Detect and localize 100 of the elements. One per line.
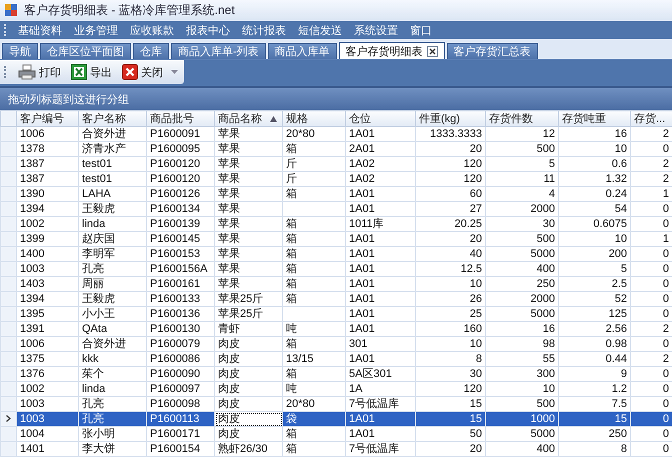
table-cell: 1006 bbox=[16, 336, 78, 352]
table-cell: 苹果 bbox=[214, 142, 282, 156]
group-hint: 拖动列标题到这进行分组 bbox=[8, 92, 129, 106]
table-cell: 青虾 bbox=[214, 322, 282, 336]
table-cell: 1A02 bbox=[346, 172, 416, 186]
toolbar-button[interactable]: 关闭 bbox=[118, 62, 167, 82]
number-cell: 15 bbox=[416, 412, 486, 426]
tab[interactable]: 仓库区位平面图 bbox=[40, 43, 131, 59]
column-header[interactable]: 件重(kg) bbox=[416, 110, 486, 126]
number-cell: 5000 bbox=[486, 246, 558, 262]
table-cell: 1390 bbox=[16, 186, 78, 202]
number-cell: 0 bbox=[630, 442, 672, 456]
table-cell: P1600130 bbox=[146, 322, 214, 336]
table-cell: P1600095 bbox=[146, 142, 214, 156]
number-cell: 12 bbox=[486, 126, 558, 142]
table-cell: 1387 bbox=[16, 156, 78, 172]
toolbar-button[interactable]: 导出 bbox=[67, 62, 116, 82]
table-cell: 苹果 bbox=[214, 172, 282, 186]
number-cell: 0 bbox=[630, 336, 672, 352]
menu-item[interactable]: 窗口 bbox=[404, 22, 438, 38]
number-cell: 15 bbox=[558, 412, 630, 426]
menu-item[interactable]: 系统设置 bbox=[348, 22, 404, 38]
table-cell: 箱 bbox=[282, 142, 346, 156]
number-cell: 2000 bbox=[486, 292, 558, 306]
number-cell: 0.98 bbox=[558, 336, 630, 352]
table-cell: 1A02 bbox=[346, 156, 416, 172]
number-cell: 10 bbox=[486, 382, 558, 396]
table-cell: 1003 bbox=[16, 262, 78, 276]
close-icon[interactable] bbox=[426, 46, 438, 56]
table-cell: 1002 bbox=[16, 382, 78, 396]
column-header[interactable]: 客户编号 bbox=[16, 110, 78, 126]
table-cell: P1600145 bbox=[146, 232, 214, 246]
number-cell: 9 bbox=[558, 366, 630, 382]
column-header[interactable]: 存货件数 bbox=[486, 110, 558, 126]
table-cell: 箱 bbox=[282, 366, 346, 382]
table-cell: 1A01 bbox=[346, 126, 416, 142]
column-header[interactable]: 客户名称 bbox=[78, 110, 146, 126]
caret-icon[interactable] bbox=[171, 70, 178, 74]
menu-item[interactable]: 短信发送 bbox=[292, 22, 348, 38]
table-cell: 7号低温库 bbox=[346, 442, 416, 456]
number-cell: 10 bbox=[558, 232, 630, 246]
number-cell: 55 bbox=[486, 352, 558, 366]
menu-item[interactable]: 统计报表 bbox=[236, 22, 292, 38]
table-cell: 1376 bbox=[16, 366, 78, 382]
tab[interactable]: 客户存货明细表 bbox=[338, 42, 445, 59]
table-cell: 苹果25斤 bbox=[214, 306, 282, 322]
number-cell: 5000 bbox=[486, 306, 558, 322]
table-cell: 苹果 bbox=[214, 186, 282, 202]
table-cell: QAta bbox=[78, 322, 146, 336]
number-cell: 0 bbox=[630, 366, 672, 382]
column-header[interactable]: 商品批号 bbox=[146, 110, 214, 126]
number-cell: 1333.3333 bbox=[416, 126, 486, 142]
toolbar-button[interactable]: 打印 bbox=[14, 62, 65, 82]
column-header[interactable]: 存货吨重 bbox=[558, 110, 630, 126]
menu-item[interactable]: 报表中心 bbox=[180, 22, 236, 38]
number-cell: 10 bbox=[416, 336, 486, 352]
tab[interactable]: 导航 bbox=[2, 43, 38, 59]
tab[interactable]: 商品入库单-列表 bbox=[171, 43, 266, 59]
table-cell: 斤 bbox=[282, 172, 346, 186]
table-cell: 苹果 bbox=[214, 232, 282, 246]
number-cell: 2 bbox=[630, 322, 672, 336]
table-cell: 1394 bbox=[16, 202, 78, 216]
table-cell: 苹果 bbox=[214, 126, 282, 142]
table-cell: 1401 bbox=[16, 442, 78, 456]
table-cell: 1A01 bbox=[346, 186, 416, 202]
tab[interactable]: 仓库 bbox=[133, 43, 169, 59]
table-cell: 1395 bbox=[16, 306, 78, 322]
table-cell: 合资外进 bbox=[78, 336, 146, 352]
table-cell: kkk bbox=[78, 352, 146, 366]
table-cell: 箱 bbox=[282, 426, 346, 442]
number-cell: 11 bbox=[486, 172, 558, 186]
table-cell: 20*80 bbox=[282, 126, 346, 142]
tab[interactable]: 客户存货汇总表 bbox=[446, 43, 538, 59]
table-cell: 1A01 bbox=[346, 262, 416, 276]
column-header[interactable]: 仓位 bbox=[346, 110, 416, 126]
number-cell: 2 bbox=[630, 156, 672, 172]
menu-item[interactable]: 基础资料 bbox=[12, 22, 68, 38]
column-header[interactable]: 存货... bbox=[630, 110, 672, 126]
table-cell: 1A01 bbox=[346, 292, 416, 306]
number-cell: 120 bbox=[416, 172, 486, 186]
number-cell: 120 bbox=[416, 156, 486, 172]
menu-item[interactable]: 应收账款 bbox=[124, 22, 180, 38]
table-cell: 王毅虎 bbox=[78, 202, 146, 216]
tab[interactable]: 商品入库单 bbox=[268, 43, 337, 59]
table-cell: 1378 bbox=[16, 142, 78, 156]
table-cell: 斤 bbox=[282, 156, 346, 172]
number-cell: 27 bbox=[416, 202, 486, 216]
number-cell: 30 bbox=[416, 366, 486, 382]
table-cell: 1003 bbox=[16, 412, 78, 426]
table-cell: 吨 bbox=[282, 382, 346, 396]
table-cell: linda bbox=[78, 382, 146, 396]
number-cell: 120 bbox=[416, 382, 486, 396]
number-cell: 400 bbox=[486, 442, 558, 456]
number-cell: 0 bbox=[630, 382, 672, 396]
table-cell: 肉皮 bbox=[214, 366, 282, 382]
menu-item[interactable]: 业务管理 bbox=[68, 22, 124, 38]
number-cell: 20 bbox=[416, 442, 486, 456]
column-header[interactable]: 商品名称 bbox=[214, 110, 282, 126]
table-cell: 箱 bbox=[282, 292, 346, 306]
column-header[interactable]: 规格 bbox=[282, 110, 346, 126]
